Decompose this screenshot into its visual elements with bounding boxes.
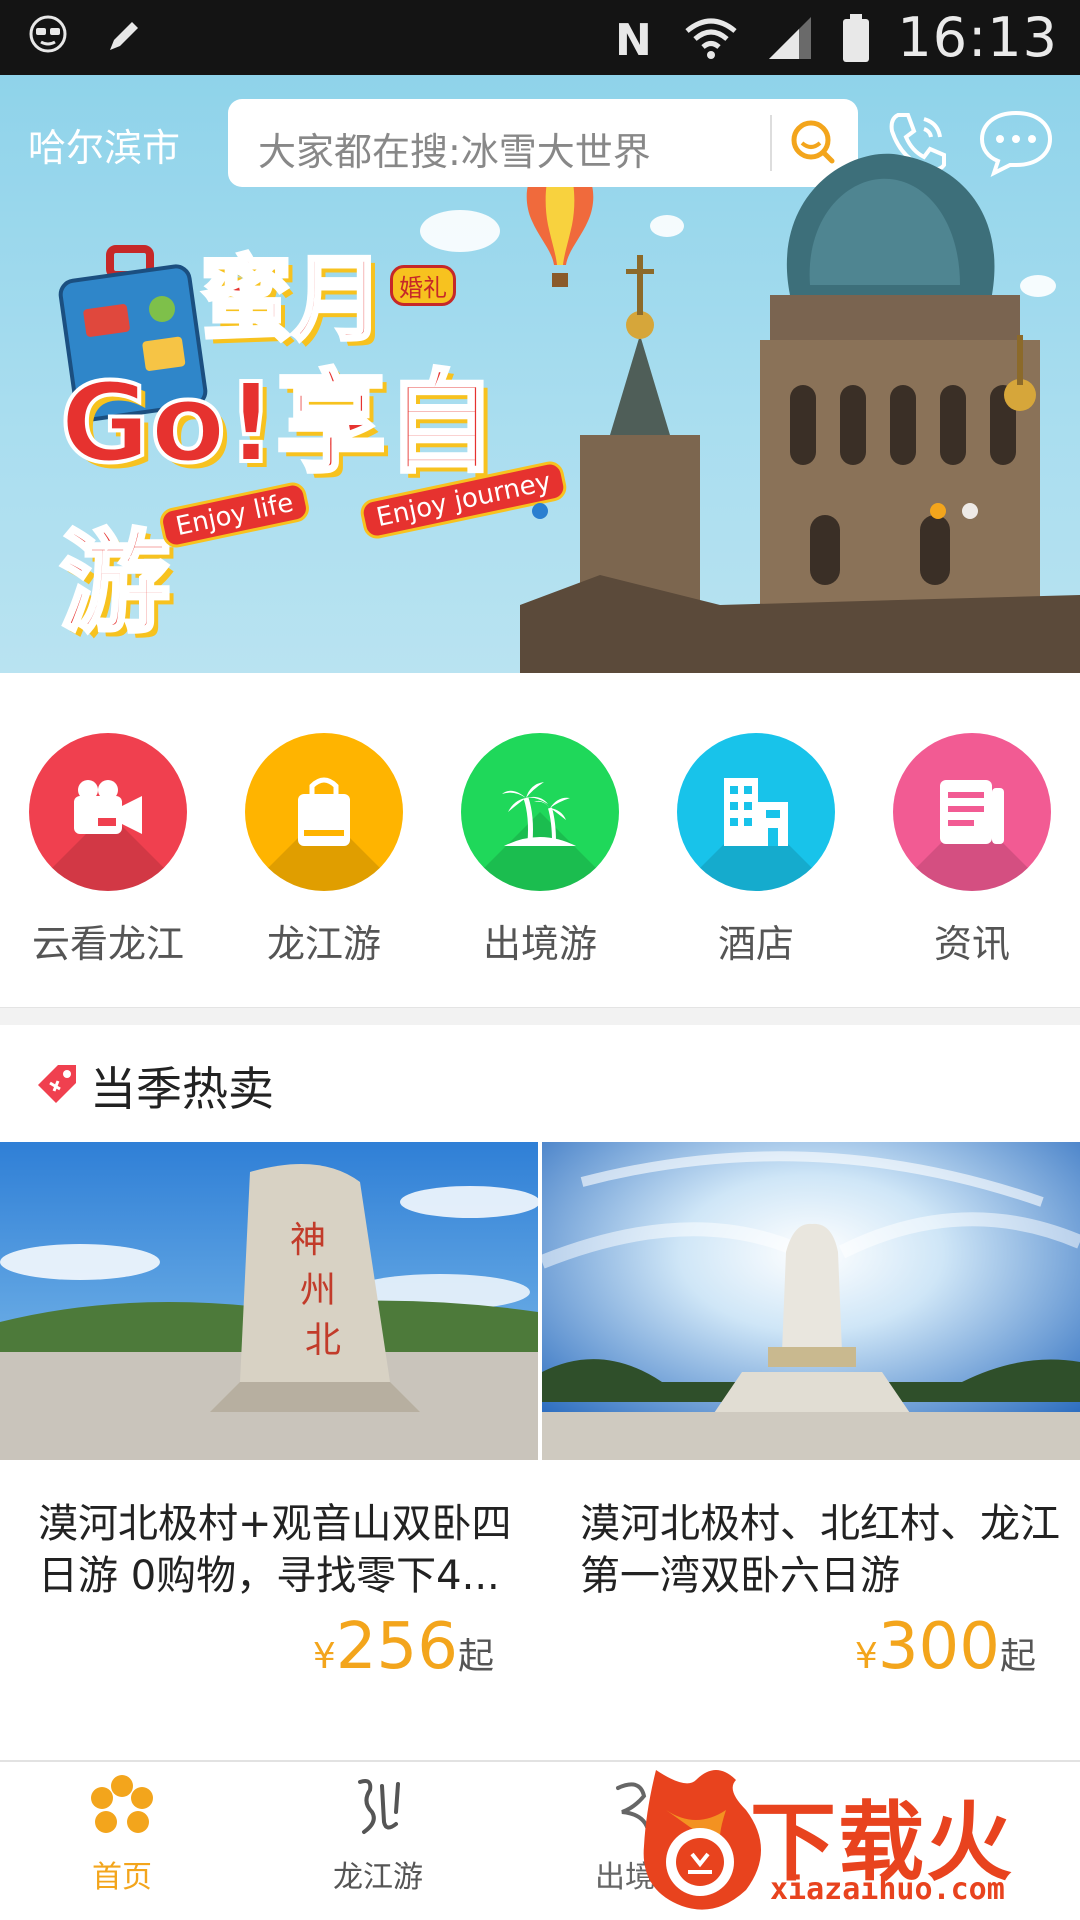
section-separator	[0, 1007, 1080, 1025]
promo-badge: 婚礼	[390, 265, 456, 306]
category-icon-circle	[245, 733, 403, 891]
bottom-navigation: 首页 龙江游 出境游 下载火 xiazaihuo.com	[0, 1760, 1080, 1920]
sunglasses-icon	[28, 14, 68, 58]
product-card[interactable]: 漠河北极村、北红村、龙江第一湾双卧六日游 ¥300起	[542, 1142, 1080, 1742]
category-label: 资讯	[933, 922, 1010, 966]
svg-text:N: N	[615, 15, 652, 63]
category-icon-circle	[461, 733, 619, 891]
price-currency: ¥	[854, 1636, 878, 1677]
watermark-url: xiazaihuo.com	[770, 1872, 1005, 1907]
building-icon	[724, 778, 788, 846]
nav-longjiang[interactable]: 龙江游	[278, 1772, 478, 1896]
promo-banner[interactable]: 哈尔滨市 大家都在搜:冰雪大世界 蜜月 婚礼 Go!享自游 Enjoy life…	[0, 75, 1080, 673]
category-icon-circle	[893, 733, 1051, 891]
product-card[interactable]: 神 州 北 漠河北极村+观音山双卧四日游 0购物，寻找零下4... ¥256起	[0, 1142, 538, 1742]
category-news[interactable]: 资讯	[882, 733, 1062, 968]
carousel-dot[interactable]	[930, 503, 946, 519]
carousel-dot[interactable]	[962, 503, 978, 519]
nfc-icon: N	[611, 13, 657, 63]
price-suffix: 起	[999, 1636, 1036, 1677]
news-icon	[940, 780, 1004, 844]
price-value: 256	[335, 1610, 458, 1684]
svg-text:州: 州	[300, 1270, 336, 1311]
nav-home[interactable]: 首页	[22, 1772, 222, 1896]
city-selector[interactable]: 哈尔滨市	[28, 117, 180, 172]
category-label: 云看龙江	[31, 922, 184, 966]
signal-icon	[765, 13, 815, 63]
category-label: 出境游	[482, 922, 597, 966]
pencil-icon	[102, 14, 146, 58]
category-longjiang-tour[interactable]: 龙江游	[234, 733, 414, 968]
category-row: 云看龙江 龙江游 出境游 酒店 资讯	[0, 673, 1080, 1009]
calligraphy-logo-icon	[358, 1779, 400, 1834]
product-photo: 神 州 北	[0, 1142, 538, 1460]
status-time: 16:13	[897, 6, 1058, 69]
product-photo	[542, 1142, 1080, 1460]
product-price: ¥300起	[855, 1610, 1036, 1684]
product-price: ¥256起	[313, 1610, 494, 1684]
category-icon-circle	[29, 733, 187, 891]
product-name[interactable]: 漠河北极村+观音山双卧四日游 0购物，寻找零下4...	[38, 1498, 518, 1602]
wifi-icon	[683, 13, 739, 63]
category-icon-circle	[677, 733, 835, 891]
category-label: 酒店	[717, 922, 794, 966]
price-currency: ¥	[312, 1636, 336, 1677]
category-yunkan-longjiang[interactable]: 云看龙江	[18, 733, 198, 968]
price-suffix: 起	[457, 1636, 494, 1677]
category-outbound-tour[interactable]: 出境游	[450, 733, 630, 968]
video-camera-icon	[74, 780, 142, 834]
section-title: 当季热卖	[90, 1062, 274, 1116]
home-flower-icon	[91, 1775, 153, 1833]
category-hotel[interactable]: 酒店	[666, 733, 846, 968]
svg-text:北: 北	[305, 1320, 341, 1361]
church-illustration	[520, 153, 1080, 673]
status-bar: N 16:13	[0, 0, 1080, 75]
nav-label: 龙江游	[333, 1860, 423, 1895]
carousel-dot[interactable]	[532, 503, 548, 519]
section-header: 当季热卖	[0, 1025, 1080, 1141]
watermark-logo: 下载火 xiazaihuo.com	[620, 1750, 1080, 1920]
category-label: 龙江游	[266, 922, 381, 966]
promo-text: 蜜月 婚礼 Go!享自游 Enjoy life Enjoy journey	[58, 225, 580, 649]
price-tag-icon	[34, 1061, 80, 1111]
svg-text:神: 神	[290, 1220, 326, 1261]
product-name[interactable]: 漠河北极村、北红村、龙江第一湾双卧六日游	[580, 1498, 1060, 1602]
nav-label: 首页	[92, 1860, 152, 1895]
palm-tree-icon	[502, 782, 576, 846]
shopping-bag-icon	[298, 777, 350, 846]
price-value: 300	[877, 1610, 1000, 1684]
battery-icon	[841, 12, 871, 64]
